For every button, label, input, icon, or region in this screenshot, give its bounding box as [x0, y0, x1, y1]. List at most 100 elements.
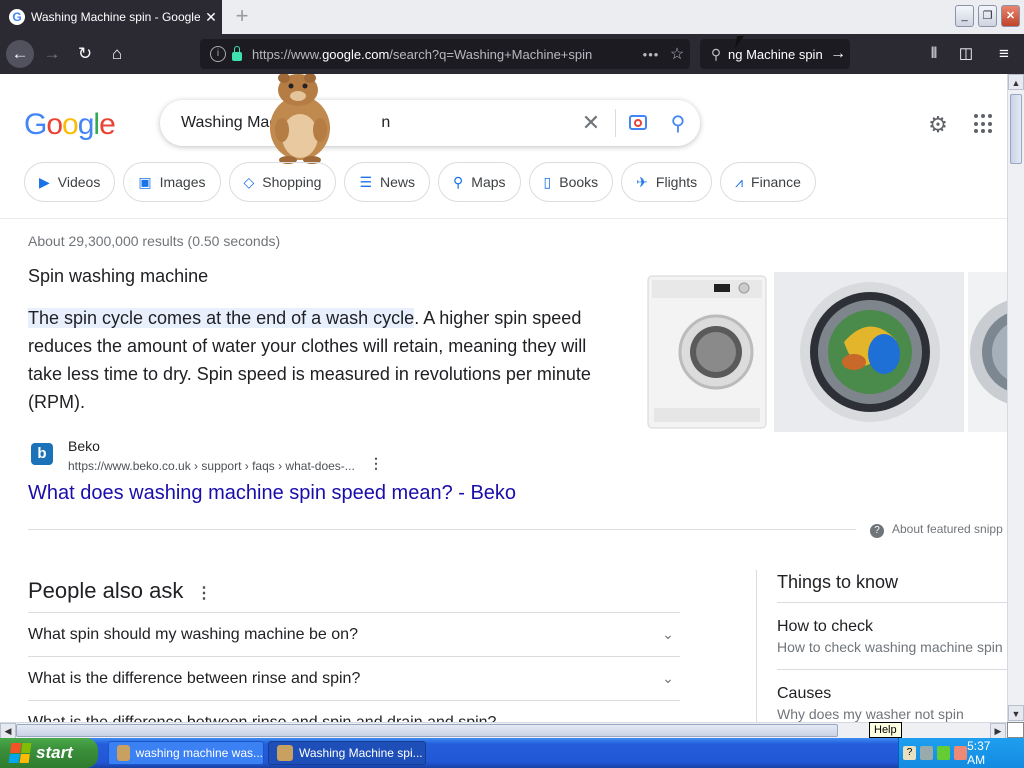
- scroll-up-arrow-icon[interactable]: ▲: [1008, 74, 1024, 90]
- settings-gear-icon[interactable]: ⚙: [925, 112, 951, 138]
- paa-question[interactable]: What is the difference between rinse and…: [28, 656, 680, 700]
- washing-machine-image[interactable]: [644, 272, 770, 432]
- chart-icon: ⩘: [735, 173, 744, 190]
- featured-result-link[interactable]: What does washing machine spin speed mea…: [28, 482, 516, 505]
- logo-letter: o: [46, 108, 63, 141]
- chip-label: Videos: [57, 174, 101, 190]
- horizontal-scrollbar[interactable]: ◀ ▶: [0, 722, 1007, 739]
- chip-label: Maps: [471, 174, 506, 190]
- header-divider: [0, 218, 1007, 219]
- chip-label: News: [380, 174, 416, 190]
- chevron-down-icon: ⌄: [662, 714, 674, 722]
- question-icon: ?: [870, 524, 884, 538]
- url-text[interactable]: https://www.google.com/search?q=Washing+…: [252, 47, 638, 62]
- clear-icon[interactable]: ✕: [571, 110, 611, 136]
- new-tab-button[interactable]: +: [230, 4, 254, 28]
- forward-arrow-icon[interactable]: →: [38, 40, 66, 68]
- more-options-icon[interactable]: ⋮: [366, 455, 386, 472]
- search-go-arrow-icon[interactable]: →: [826, 45, 850, 63]
- clock: 5:37 AM: [967, 739, 991, 767]
- chip-shopping[interactable]: ◇ Shopping: [228, 162, 337, 202]
- camera-lens-icon[interactable]: [620, 100, 656, 146]
- apps-grid-icon[interactable]: [974, 114, 994, 134]
- hamster-app-icon: [117, 745, 130, 761]
- home-icon[interactable]: ⌂: [103, 40, 131, 68]
- info-icon[interactable]: i: [210, 46, 226, 62]
- back-arrow-icon[interactable]: ←: [6, 40, 34, 68]
- ttk-heading[interactable]: Causes: [777, 685, 831, 703]
- scrollbar-thumb[interactable]: [16, 724, 838, 737]
- tab-close-icon[interactable]: ✕: [200, 9, 222, 26]
- chevron-down-icon: ⌄: [662, 626, 674, 642]
- ttk-subtext[interactable]: Why does my washer not spin: [777, 706, 964, 722]
- snippet-highlight: The spin cycle comes at the end of a was…: [28, 308, 415, 328]
- google-search-box[interactable]: Washing Mac n ✕ ⚲: [160, 100, 700, 146]
- chip-label: Books: [559, 174, 599, 190]
- chip-images[interactable]: ▣ Images: [123, 162, 221, 202]
- washer-door-image[interactable]: [968, 272, 1007, 432]
- chip-label: Flights: [655, 174, 698, 190]
- logo-letter: e: [99, 108, 116, 141]
- paa-question[interactable]: What is the difference between rinse and…: [28, 700, 680, 722]
- scroll-down-arrow-icon[interactable]: ▼: [1008, 705, 1024, 721]
- search-icon[interactable]: ⚲: [656, 111, 700, 136]
- spinning-drum-image[interactable]: [774, 272, 964, 432]
- about-featured-snippets[interactable]: ? About featured snipp: [870, 522, 1003, 538]
- page-content: Google Washing Mac n ✕ ⚲ ⚙ ▶ Videos ▣ Image…: [0, 74, 1007, 722]
- restore-button[interactable]: ❐: [978, 5, 997, 27]
- featured-snippet-text: The spin cycle comes at the end of a was…: [28, 308, 591, 412]
- hamster-app-icon: [277, 745, 293, 761]
- ttk-heading[interactable]: How to check: [777, 618, 873, 636]
- scroll-left-arrow-icon[interactable]: ◀: [0, 723, 16, 739]
- browser-search-box[interactable]: ⚲ ng Machine spin →: [700, 39, 850, 69]
- minimize-button[interactable]: _: [955, 5, 974, 27]
- more-options-icon[interactable]: ⋮: [196, 583, 212, 603]
- google-favicon-icon: G: [9, 9, 25, 25]
- chip-flights[interactable]: ✈ Flights: [621, 162, 713, 202]
- scroll-right-arrow-icon[interactable]: ▶: [990, 723, 1006, 739]
- browser-tab[interactable]: G Washing Machine spin - Google Se ✕: [0, 0, 222, 34]
- search-icon: ⚲: [710, 45, 722, 62]
- hamster-mascot: [270, 74, 330, 164]
- sidebar-icon[interactable]: ◫: [952, 40, 980, 68]
- tray-app-icon[interactable]: [937, 746, 951, 760]
- chip-videos[interactable]: ▶ Videos: [24, 162, 116, 202]
- taskbar: start washing machine was... Washing Mac…: [0, 738, 1024, 768]
- start-button[interactable]: start: [0, 738, 98, 768]
- divider: [777, 602, 1007, 603]
- window-close-button[interactable]: ✕: [1001, 5, 1020, 27]
- divider: [615, 109, 616, 137]
- ttk-subtext[interactable]: How to check washing machine spin: [777, 639, 1003, 655]
- page-actions-icon[interactable]: •••: [638, 47, 664, 62]
- chip-finance[interactable]: ⩘ Finance: [720, 162, 816, 202]
- source-url[interactable]: https://www.beko.co.uk › support › faqs …: [68, 459, 355, 473]
- windows-logo-icon: [8, 743, 32, 763]
- chip-label: Shopping: [262, 174, 322, 190]
- scrollbar-corner: [1007, 722, 1024, 738]
- chevron-down-icon: ⌄: [662, 670, 674, 686]
- chip-maps[interactable]: ⚲ Maps: [438, 162, 521, 202]
- source-name[interactable]: Beko: [68, 438, 100, 454]
- taskbar-item[interactable]: washing machine was...: [108, 741, 264, 765]
- reload-icon[interactable]: ↻: [71, 40, 99, 68]
- menu-icon[interactable]: ≡: [990, 40, 1018, 68]
- tab-bar: G Washing Machine spin - Google Se ✕ + _…: [0, 0, 1024, 34]
- vertical-scrollbar[interactable]: ▲ ▼: [1007, 74, 1024, 722]
- paa-question[interactable]: What spin should my washing machine be o…: [28, 612, 680, 656]
- logo-letter: g: [77, 108, 95, 141]
- help-tray-icon[interactable]: ?: [903, 746, 917, 760]
- bookmark-star-icon[interactable]: ☆: [664, 44, 690, 64]
- chip-news[interactable]: ☰ News: [344, 162, 431, 202]
- help-tooltip: Help: [869, 722, 902, 738]
- search-tray-icon[interactable]: [954, 746, 968, 760]
- network-tray-icon[interactable]: [920, 746, 934, 760]
- taskbar-item-active[interactable]: Washing Machine spi...: [268, 741, 426, 765]
- library-icon[interactable]: ⫴: [920, 40, 948, 68]
- video-icon: ▶: [39, 173, 50, 190]
- chip-books[interactable]: ▯ Books: [528, 162, 614, 202]
- url-bar[interactable]: i https://www.google.com/search?q=Washin…: [200, 39, 690, 69]
- google-logo[interactable]: Google: [24, 108, 116, 142]
- search-input[interactable]: Washing Mac n: [160, 114, 571, 132]
- scrollbar-thumb[interactable]: [1010, 94, 1022, 164]
- news-icon: ☰: [359, 173, 373, 190]
